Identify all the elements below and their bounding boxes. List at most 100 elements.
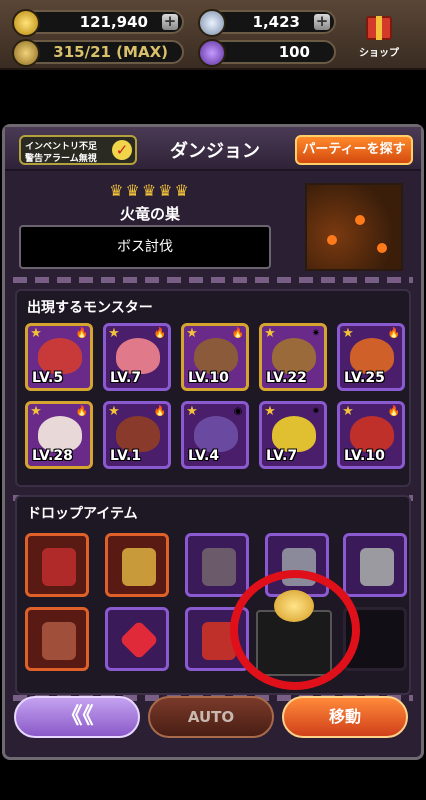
purple-crystal-icon (198, 39, 226, 67)
alarm-label-line2: 警告アラーム無視 (25, 154, 97, 164)
auto-button[interactable]: AUTO (148, 696, 274, 738)
dungeon-map-thumbnail[interactable] (305, 183, 403, 271)
stamina-value: 315/21 (MAX) (53, 43, 168, 61)
monster-portrait-icon (350, 338, 394, 374)
monster-level: LV.22 (266, 370, 307, 386)
drops-section: ドロップアイテム (15, 495, 411, 695)
rank-star-icon: ★ (342, 326, 354, 341)
element-icon: 🔥 (75, 328, 89, 339)
add-gold-button[interactable]: + (162, 14, 178, 30)
monster-portrait-icon (194, 338, 238, 374)
monster-portrait-icon (350, 416, 394, 452)
urn-icon (122, 548, 156, 586)
dungeon-objective: ボス討伐 (19, 225, 271, 269)
inventory-alarm-toggle[interactable]: インベントリ不足 警告アラーム無視 ✓ (19, 135, 137, 165)
rank-star-icon: ★ (30, 326, 42, 341)
stamina-counter: 315/21 (MAX) (12, 39, 184, 67)
red-circle-annotation (230, 570, 360, 690)
panel-header: インベントリ不足 警告アラーム無視 ✓ ダンジョン パーティーを探す (5, 127, 421, 171)
monsters-section: 出現するモンスター ★ 🔥 LV.5 ★ 🔥 LV.7 ★ 🔥 LV.10 ★ ✷ LV.22 ★ 🔥 LV… (15, 289, 411, 487)
difficulty-crowns: ♛♛♛♛♛ (109, 181, 191, 200)
element-icon: 🔥 (153, 328, 167, 339)
key-icon (12, 39, 40, 67)
add-gems-button[interactable]: + (314, 14, 330, 30)
gold-value: 121,940 (79, 13, 148, 31)
monster-card[interactable]: ★ 🔥 LV.28 (25, 401, 93, 469)
element-icon: 🔥 (387, 406, 401, 417)
monster-card[interactable]: ★ 🔥 LV.10 (181, 323, 249, 391)
shop-label: ショップ (359, 48, 399, 59)
find-party-button[interactable]: パーティーを探す (295, 135, 413, 165)
element-icon: 🔥 (153, 406, 167, 417)
monster-card[interactable]: ★ 🔥 LV.10 (337, 401, 405, 469)
monsters-section-title: 出現するモンスター (27, 300, 153, 316)
shop-button[interactable]: ショップ (356, 14, 402, 60)
monster-level: LV.10 (344, 448, 385, 464)
crystal-value: 100 (278, 43, 310, 61)
dungeon-name: 火竜の巣 (119, 205, 180, 223)
monster-portrait-icon (116, 338, 160, 374)
ruby-icon (119, 620, 159, 660)
checkmark-icon: ✓ (112, 140, 132, 160)
back-button[interactable]: 《《 (14, 696, 140, 738)
leather-armor-icon (42, 622, 76, 660)
axe-icon (360, 548, 394, 586)
element-icon: ◉ (233, 406, 243, 417)
monster-portrait-icon (272, 338, 316, 374)
crystal-counter: 100 (198, 39, 336, 67)
flame-marker (327, 235, 337, 245)
monster-level: LV.4 (188, 448, 220, 464)
monster-card[interactable]: ★ 🔥 LV.25 (337, 323, 405, 391)
diamond-icon (198, 9, 226, 37)
rank-star-icon: ★ (264, 326, 276, 341)
drop-item-axe[interactable] (343, 533, 407, 597)
flame-marker (355, 215, 365, 225)
element-icon: ✷ (311, 406, 321, 417)
rank-star-icon: ★ (30, 404, 42, 419)
gem-value: 1,423 (252, 13, 300, 31)
monster-portrait-icon (194, 416, 238, 452)
monster-portrait-icon (38, 338, 82, 374)
rank-star-icon: ★ (264, 404, 276, 419)
monster-card[interactable]: ★ ◉ LV.4 (181, 401, 249, 469)
rank-star-icon: ★ (108, 404, 120, 419)
element-icon: ✷ (311, 328, 321, 339)
divider (13, 277, 413, 283)
panel-title: ダンジョン (170, 141, 260, 162)
monster-card[interactable]: ★ ✷ LV.22 (259, 323, 327, 391)
monster-level: LV.1 (110, 448, 142, 464)
monster-level: LV.7 (266, 448, 298, 464)
monster-card[interactable]: ★ ✷ LV.7 (259, 401, 327, 469)
drops-section-title: ドロップアイテム (27, 506, 138, 522)
drop-item-ruby[interactable] (105, 607, 169, 671)
rank-star-icon: ★ (186, 326, 198, 341)
monster-portrait-icon (116, 416, 160, 452)
rank-star-icon: ★ (186, 404, 198, 419)
drop-item-urn[interactable] (105, 533, 169, 597)
monster-card[interactable]: ★ 🔥 LV.1 (103, 401, 171, 469)
monster-card[interactable]: ★ 🔥 LV.5 (25, 323, 93, 391)
element-icon: 🔥 (231, 328, 245, 339)
monster-portrait-icon (38, 416, 82, 452)
monster-portrait-icon (272, 416, 316, 452)
element-icon: 🔥 (387, 328, 401, 339)
drop-item-armor[interactable] (185, 533, 249, 597)
gold-coin-icon (12, 9, 40, 37)
monster-level: LV.25 (344, 370, 385, 386)
drop-item-vase[interactable] (25, 533, 89, 597)
vase-icon (42, 548, 76, 586)
monster-level: LV.5 (32, 370, 64, 386)
monster-card[interactable]: ★ 🔥 LV.7 (103, 323, 171, 391)
dungeon-panel: インベントリ不足 警告アラーム無視 ✓ ダンジョン パーティーを探す ♛♛♛♛♛… (2, 124, 424, 760)
monster-level: LV.7 (110, 370, 142, 386)
move-button[interactable]: 移動 (282, 696, 408, 738)
monster-level: LV.10 (188, 370, 229, 386)
rank-star-icon: ★ (108, 326, 120, 341)
gold-counter: 121,940 + (12, 9, 184, 37)
armor-icon (202, 548, 236, 586)
drop-item-leather-armor[interactable] (25, 607, 89, 671)
monster-level: LV.28 (32, 448, 73, 464)
flame-marker (377, 243, 387, 253)
resource-bar: 121,940 + 1,423 + 315/21 (MAX) 100 ショップ (0, 0, 426, 70)
element-icon: 🔥 (75, 406, 89, 417)
